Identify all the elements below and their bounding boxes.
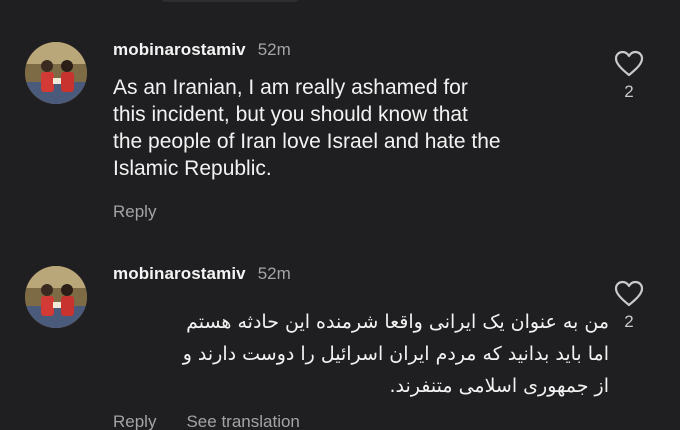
comment-meta: mobinarostamiv 52m — [113, 40, 291, 64]
like-count: 2 — [624, 82, 634, 101]
heart-outline-icon[interactable] — [614, 280, 644, 308]
avatar-photo — [25, 266, 87, 328]
timestamp: 52m — [257, 264, 291, 283]
username[interactable]: mobinarostamiv — [113, 40, 246, 60]
comment: mobinarostamiv 52m As an Iranian, I am r… — [0, 40, 680, 240]
like-count: 2 — [624, 312, 634, 331]
comment-line: من به عنوان یک ایرانی واقعا شرمنده این ح… — [186, 311, 609, 333]
previous-comment-fragment — [160, 0, 300, 2]
comment-line: Islamic Republic. — [113, 157, 272, 180]
comment-meta: mobinarostamiv 52m — [113, 264, 291, 288]
like-control: 2 — [612, 50, 646, 102]
avatar-photo — [25, 42, 87, 104]
username[interactable]: mobinarostamiv — [113, 264, 246, 284]
comment-actions: Reply — [113, 202, 156, 222]
avatar[interactable] — [25, 266, 87, 328]
comment-line: As an Iranian, I am really ashamed for — [113, 76, 468, 99]
timestamp: 52m — [257, 40, 291, 59]
comment-text: من به عنوان یک ایرانی واقعا شرمنده این ح… — [113, 306, 609, 402]
reply-button[interactable]: Reply — [113, 412, 156, 430]
comment-line: از جمهوری اسلامی متنفرند. — [389, 375, 609, 397]
comment-line: this incident, but you should know that — [113, 103, 468, 126]
reply-button[interactable]: Reply — [113, 202, 156, 222]
heart-outline-icon[interactable] — [614, 50, 644, 78]
comment-line: اما باید بدانید که مردم ایران اسرائیل را… — [182, 343, 609, 365]
avatar[interactable] — [25, 42, 87, 104]
comments-screen: mobinarostamiv 52m As an Iranian, I am r… — [0, 0, 680, 430]
comment-text: As an Iranian, I am really ashamed for t… — [113, 74, 583, 182]
see-translation-button[interactable]: See translation — [186, 412, 299, 430]
comment-actions: Reply See translation — [113, 412, 300, 430]
comment: mobinarostamiv 52m من به عنوان یک ایرانی… — [0, 264, 680, 430]
comment-line: the people of Iran love Israel and hate … — [113, 130, 501, 153]
like-control: 2 — [612, 280, 646, 332]
